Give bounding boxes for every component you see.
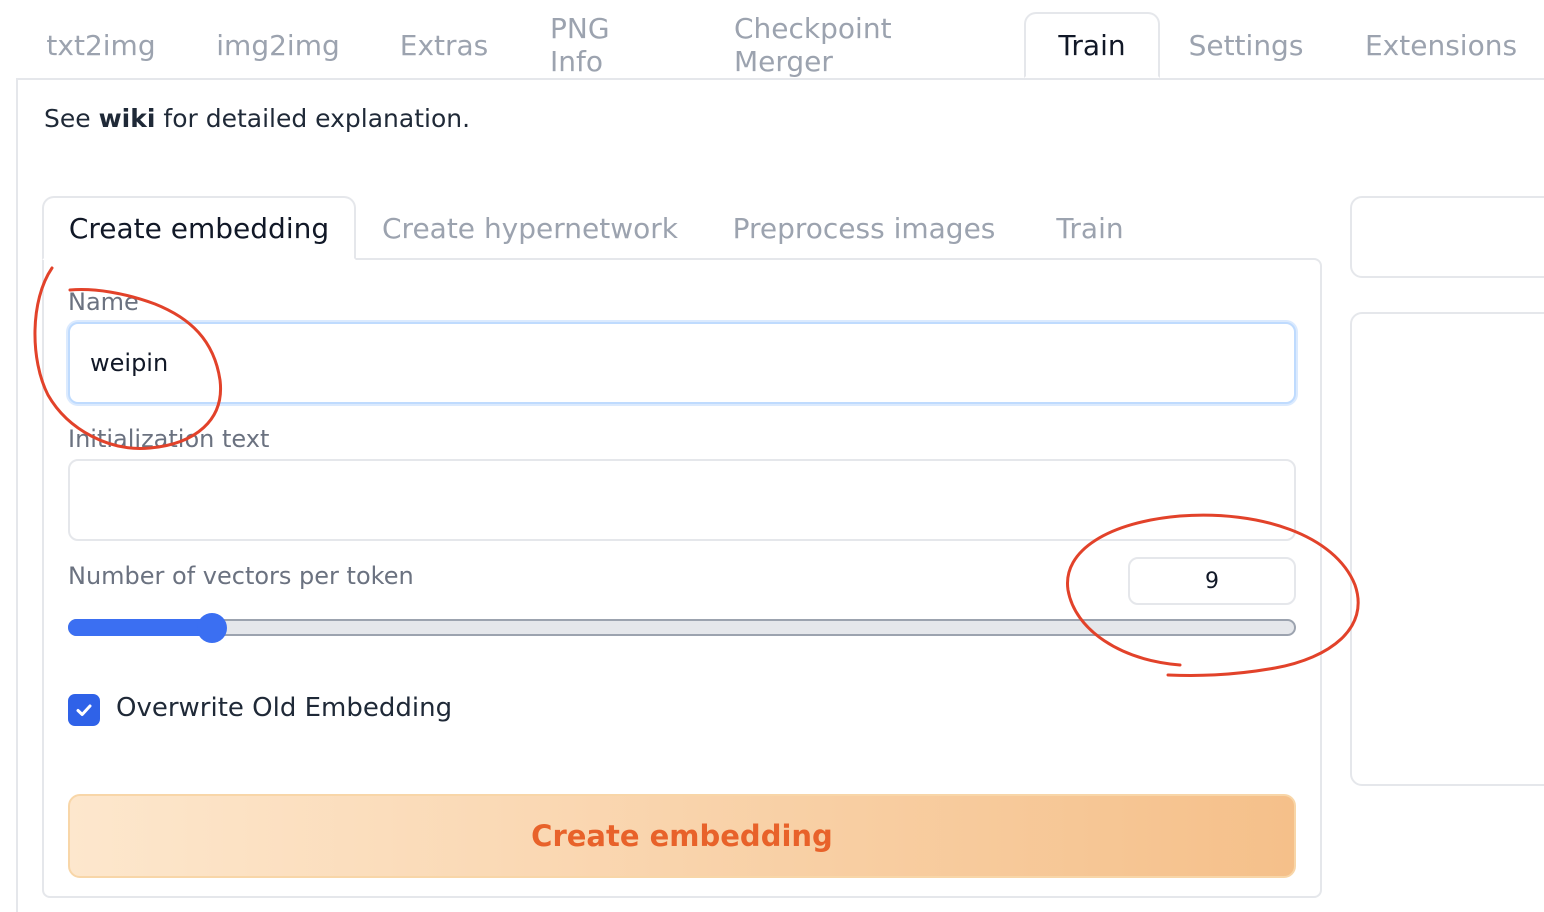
create-embedding-button[interactable]: Create embedding — [68, 794, 1296, 878]
tab-train[interactable]: Train — [1024, 12, 1160, 78]
tab-txt2img[interactable]: txt2img — [46, 12, 155, 78]
tab-settings[interactable]: Settings — [1189, 12, 1304, 78]
output-status-box — [1350, 196, 1544, 278]
subtab-train[interactable]: Train — [1040, 196, 1140, 260]
train-page: txt2img img2img Extras PNG Info Checkpoi… — [0, 0, 1544, 912]
tab-checkpoint-merger[interactable]: Checkpoint Merger — [734, 12, 990, 78]
subtab-preprocess-images[interactable]: Preprocess images — [722, 196, 1006, 260]
wiki-link[interactable]: wiki — [99, 104, 156, 133]
name-label: Name — [68, 288, 139, 316]
vectors-per-token-number[interactable]: 9 — [1128, 557, 1296, 605]
vectors-slider-thumb[interactable] — [196, 613, 227, 643]
initialization-text-input[interactable] — [68, 459, 1296, 541]
wiki-note-suffix: for detailed explanation. — [155, 104, 471, 133]
vectors-slider-track[interactable] — [68, 619, 1296, 636]
vectors-per-token-label: Number of vectors per token — [68, 562, 414, 590]
tab-extensions[interactable]: Extensions — [1365, 12, 1517, 78]
tab-png-info[interactable]: PNG Info — [550, 12, 670, 78]
top-tab-bar: txt2img img2img Extras PNG Info Checkpoi… — [16, 0, 1544, 80]
subtab-create-hypernetwork[interactable]: Create hypernetwork — [372, 196, 688, 260]
initialization-text-label: Initialization text — [68, 425, 270, 453]
tab-img2img[interactable]: img2img — [216, 12, 339, 78]
vectors-slider-fill — [68, 619, 212, 636]
subtab-create-embedding[interactable]: Create embedding — [42, 196, 356, 260]
tab-extras[interactable]: Extras — [400, 12, 489, 78]
wiki-note-prefix: See — [44, 104, 99, 133]
overwrite-label: Overwrite Old Embedding — [116, 693, 453, 723]
name-input[interactable] — [68, 322, 1296, 404]
wiki-note: See wiki for detailed explanation. — [44, 104, 470, 133]
output-preview-box — [1350, 312, 1544, 786]
checkmark-icon — [76, 704, 92, 716]
overwrite-checkbox[interactable] — [68, 694, 100, 726]
